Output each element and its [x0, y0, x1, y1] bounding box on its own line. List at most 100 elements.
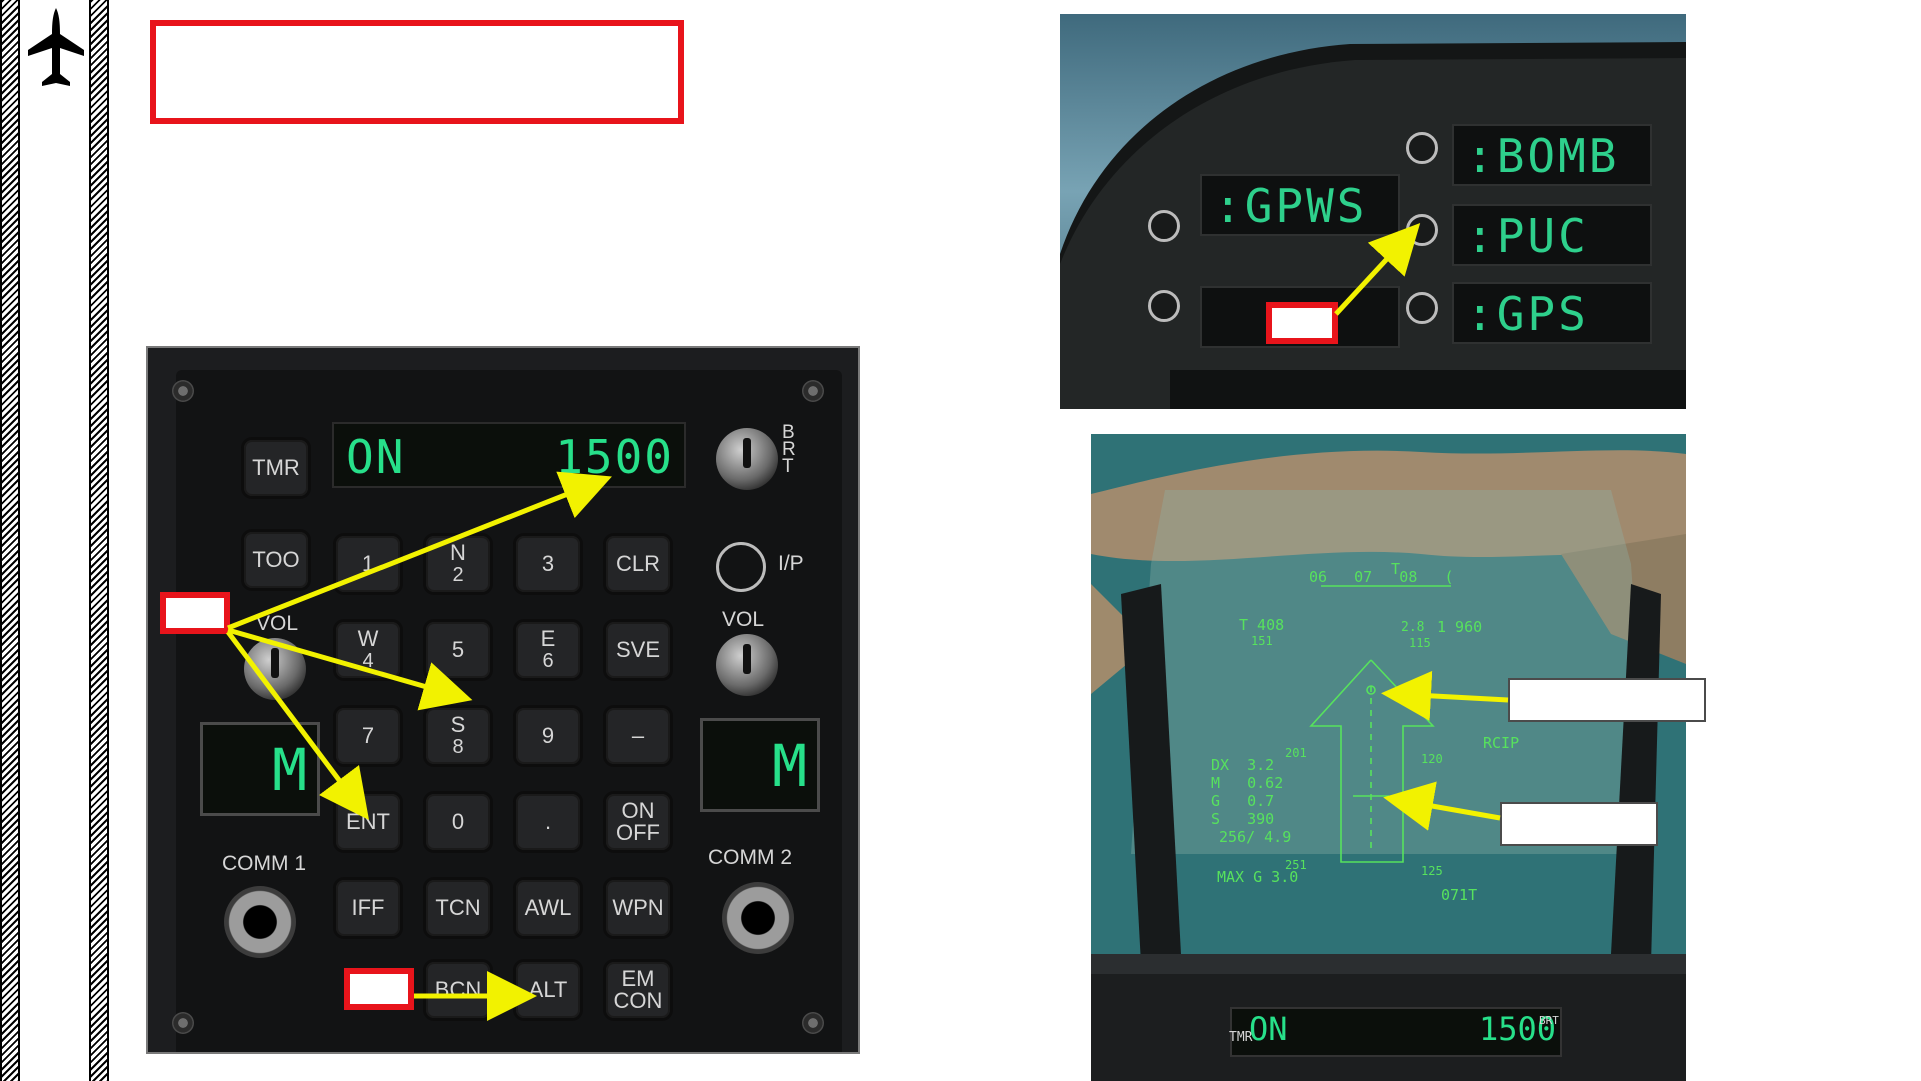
gps-button[interactable] — [1406, 292, 1438, 324]
ip-label: I/P — [778, 552, 804, 575]
right-hatch-border — [89, 0, 109, 1081]
screw — [802, 1012, 824, 1034]
hud-mode: RCIP — [1483, 734, 1520, 752]
vol-left-knob[interactable] — [244, 638, 306, 700]
bcn-button[interactable]: BCN — [426, 962, 490, 1018]
key-1-button[interactable]: 1 — [336, 536, 400, 592]
dot-button[interactable]: . — [516, 794, 580, 850]
screw — [172, 1012, 194, 1034]
hud-tmr-label: TMR — [1229, 1030, 1253, 1045]
hud-ladder-251: 251 — [1285, 858, 1307, 872]
key-8-button[interactable]: S8 — [426, 708, 490, 764]
sve-label: SVE — [615, 637, 661, 662]
key-4-button[interactable]: W4 — [336, 622, 400, 678]
hud-center-alt: 2.8 — [1401, 620, 1425, 635]
hud-altitude: 1 960 — [1437, 618, 1483, 636]
emcon-label-bottom: CON — [613, 988, 663, 1013]
vol-right-knob[interactable] — [716, 634, 778, 696]
ip-button-ring[interactable] — [716, 542, 766, 592]
hud-s: S 390 — [1211, 810, 1275, 828]
vol-left-label: VOL — [256, 612, 299, 635]
wpn-button[interactable]: WPN — [606, 880, 670, 936]
bomb-button[interactable] — [1406, 132, 1438, 164]
hud-scene — [1091, 434, 1686, 1081]
ifei-callout — [1266, 302, 1338, 344]
comm1-label: COMM 1 — [222, 852, 306, 875]
dash-label: – — [631, 723, 645, 748]
scratchpad-left-text: ON — [346, 430, 406, 484]
bomb-display: :BOMB — [1452, 124, 1652, 186]
puc-button[interactable] — [1406, 214, 1438, 246]
key-8-letter: S — [450, 712, 466, 737]
dot-label: . — [544, 809, 552, 834]
key-9-button[interactable]: 9 — [516, 708, 580, 764]
hud-airspeed: T 408 — [1239, 616, 1285, 634]
dash-button[interactable]: – — [606, 708, 670, 764]
tcn-button[interactable]: TCN — [426, 880, 490, 936]
wpn-label: WPN — [612, 895, 664, 920]
key-2-label: 2 — [452, 564, 464, 586]
key-0-label: 0 — [451, 809, 465, 834]
hud-callout-bottom — [1500, 802, 1658, 846]
hud-ladder-201: 201 — [1285, 746, 1307, 760]
ufc-scratchpad-display: ON 1500 — [332, 422, 686, 488]
puc-display: :PUC — [1452, 204, 1652, 266]
key-1-label: 1 — [361, 551, 375, 576]
vol-right-label: VOL — [722, 608, 765, 631]
brt-label: BRT — [782, 422, 796, 477]
too-label: TOO — [252, 547, 300, 572]
tcn-label: TCN — [435, 895, 481, 920]
ufc-option-callout — [160, 592, 230, 634]
on-off-label-top: ON — [621, 798, 655, 823]
hud-dx: DX 3.2 — [1211, 756, 1275, 774]
hud-mach: M 0.62 — [1211, 774, 1284, 792]
awl-button[interactable]: AWL — [516, 880, 580, 936]
hud-g: G 0.7 — [1211, 792, 1275, 810]
hud-ufc-left: ON — [1249, 1010, 1288, 1048]
screw — [802, 380, 824, 402]
key-7-button[interactable]: 7 — [336, 708, 400, 764]
key-5-label: 5 — [451, 637, 465, 662]
comm1-knob[interactable] — [224, 886, 296, 958]
iff-label: IFF — [351, 895, 385, 920]
clr-button[interactable]: CLR — [606, 536, 670, 592]
ent-label: ENT — [346, 809, 390, 834]
too-button[interactable]: TOO — [244, 532, 308, 588]
on-off-button[interactable]: ON OFF — [606, 794, 670, 850]
hud-range: 071T — [1441, 886, 1478, 904]
key-2-letter: N — [450, 540, 466, 565]
awl-label: AWL — [524, 895, 572, 920]
tmr-label: TMR — [252, 455, 300, 480]
key-6-button[interactable]: E6 — [516, 622, 580, 678]
hud-center-sub: 115 — [1409, 636, 1431, 650]
sve-button[interactable]: SVE — [606, 622, 670, 678]
clr-label: CLR — [615, 551, 660, 576]
on-off-label-bottom: OFF — [616, 820, 660, 845]
hud-view: 06 07 08 ( T T 408 151 1 960 2.8 115 RCI… — [1091, 434, 1686, 1081]
ifei-panel: :GPWS :BOMB :PUC :GPS — [1060, 14, 1686, 409]
ent-button[interactable]: ENT — [336, 794, 400, 850]
brightness-knob[interactable] — [716, 428, 778, 490]
key-0-button[interactable]: 0 — [426, 794, 490, 850]
key-6-label: 6 — [542, 650, 554, 672]
key-4-label: 4 — [362, 650, 374, 672]
bcn-alt-callout — [344, 968, 414, 1010]
key-9-label: 9 — [541, 723, 555, 748]
tmr-button[interactable]: TMR — [244, 440, 308, 496]
emcon-button[interactable]: EM CON — [606, 962, 670, 1018]
comm2-knob[interactable] — [722, 882, 794, 954]
left-lower-button[interactable] — [1148, 290, 1180, 322]
ufc-panel: ON 1500 BRT I/P VOL VOL M M COMM 1 COMM … — [146, 346, 860, 1054]
bcn-label: BCN — [434, 977, 482, 1002]
key-3-button[interactable]: 3 — [516, 536, 580, 592]
iff-button[interactable]: IFF — [336, 880, 400, 936]
gpws-button[interactable] — [1148, 210, 1180, 242]
gps-display: :GPS — [1452, 282, 1652, 344]
alt-button[interactable]: ALT — [516, 962, 580, 1018]
comm1-display: M — [200, 722, 320, 816]
key-2-button[interactable]: N2 — [426, 536, 490, 592]
key-3-label: 3 — [541, 551, 555, 576]
key-5-button[interactable]: 5 — [426, 622, 490, 678]
comm2-label: COMM 2 — [708, 846, 792, 869]
jet-icon — [28, 8, 84, 86]
